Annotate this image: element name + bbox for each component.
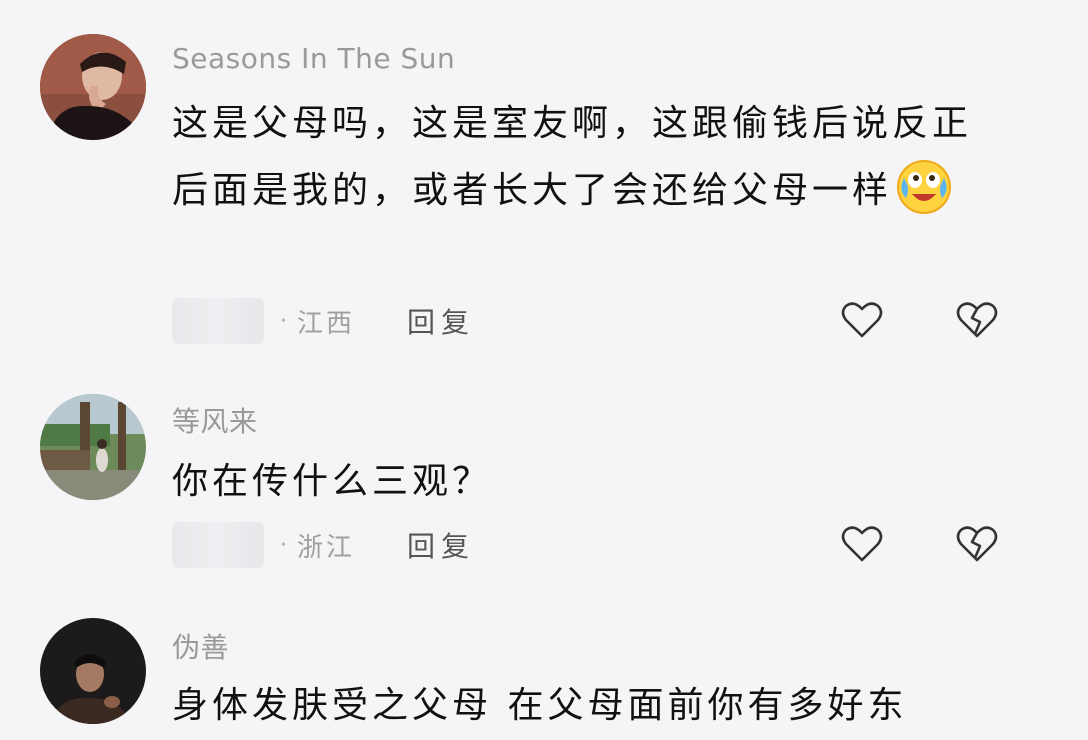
- meta-separator: ·: [280, 532, 287, 558]
- broken-heart-icon[interactable]: [955, 524, 999, 564]
- broken-heart-icon[interactable]: [955, 300, 999, 340]
- comment-meta: · 江西 回复: [172, 298, 475, 344]
- user-avatar[interactable]: [40, 394, 146, 500]
- user-avatar[interactable]: [40, 34, 146, 140]
- user-avatar[interactable]: [40, 618, 146, 724]
- blurred-timestamp: [172, 298, 264, 344]
- username[interactable]: 等风来: [172, 400, 258, 440]
- comment-meta: · 浙江 回复: [172, 522, 475, 568]
- comment-text-body: 这是父母吗，这是室友啊，这跟偷钱后说反正后面是我的，或者长大了会还给父母一样: [172, 103, 973, 211]
- comment-text: 你在传什么三观？: [172, 461, 493, 502]
- heart-outline-icon[interactable]: [840, 300, 884, 340]
- comment-text: 这是父母吗，这是室友啊，这跟偷钱后说反正后面是我的，或者长大了会还给父母一样: [172, 92, 992, 223]
- username[interactable]: Seasons In The Sun: [172, 42, 455, 75]
- laughing-crying-emoji-icon: [894, 156, 954, 216]
- blurred-timestamp: [172, 522, 264, 568]
- comment-text: 身体发肤受之父母 在父母面前你有多好东: [172, 685, 908, 726]
- heart-outline-icon[interactable]: [840, 524, 884, 564]
- location-label: 浙江: [297, 532, 356, 563]
- location-label: 江西: [297, 308, 356, 339]
- username[interactable]: 伪善: [172, 626, 229, 666]
- meta-separator: ·: [280, 308, 287, 334]
- reply-button[interactable]: 回复: [407, 301, 475, 341]
- reply-button[interactable]: 回复: [407, 525, 475, 565]
